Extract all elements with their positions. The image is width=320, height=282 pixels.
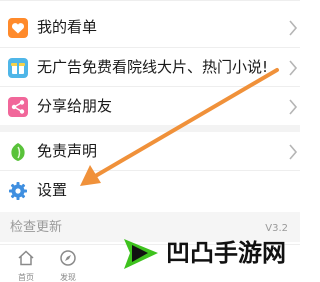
menu-item-my-watchlist[interactable]: 我的看单: [0, 8, 300, 46]
watermark-text: 凹凸手游网: [166, 239, 286, 267]
leaf-shield-icon: [11, 143, 25, 161]
tab-label: 发现: [60, 273, 76, 282]
tab-label: 首页: [18, 273, 34, 282]
watermark-play-icon: [124, 239, 158, 269]
top-divider: [0, 0, 300, 1]
gear-icon: [9, 182, 27, 200]
menu-item-ad-free-promo[interactable]: 无广告免费看院线大片、热门小说!: [0, 48, 300, 86]
tab-home[interactable]: 首页: [6, 245, 46, 282]
home-icon: [18, 250, 34, 266]
chevron-right-icon: [289, 20, 298, 36]
compass-icon: [60, 250, 76, 266]
menu-item-disclaimer[interactable]: 免责声明: [0, 132, 300, 170]
menu-item-label: 免责声明: [37, 142, 98, 160]
watermark-logo: 凹凸手游网: [118, 229, 296, 277]
gift-box-icon: [8, 58, 28, 78]
menu-item-settings[interactable]: 设置: [0, 171, 300, 209]
menu-item-label: 设置: [37, 181, 68, 199]
chevron-right-icon: [289, 60, 298, 76]
menu-item-label: 分享给朋友: [37, 97, 113, 115]
check-update-label: 检查更新: [10, 220, 63, 235]
section-gap: [0, 125, 300, 132]
tab-discover[interactable]: 发现: [48, 245, 88, 282]
chevron-right-icon: [289, 144, 298, 160]
chevron-right-icon: [289, 99, 298, 115]
share-icon: [8, 97, 28, 117]
menu-item-label: 无广告免费看院线大片、热门小说!: [37, 58, 269, 76]
heart-icon: [8, 18, 28, 38]
menu-item-label: 我的看单: [37, 18, 98, 36]
menu-item-share-with-friends[interactable]: 分享给朋友: [0, 87, 300, 125]
